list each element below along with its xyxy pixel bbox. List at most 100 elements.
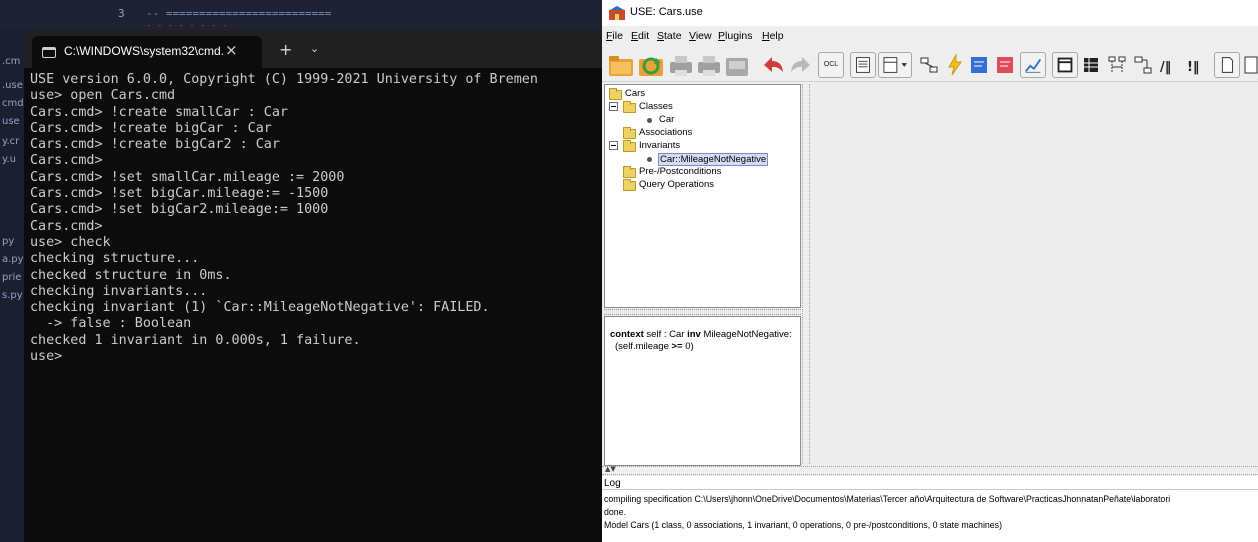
menu-label: iew: [695, 30, 712, 42]
class-diagram-icon[interactable]: [878, 52, 912, 78]
command-list-icon[interactable]: !‖: [1182, 52, 1208, 78]
definition-text: self : Car: [643, 329, 688, 340]
class-extent-icon[interactable]: [992, 52, 1018, 78]
gutter-fragment[interactable]: prie: [2, 272, 21, 283]
terminal-line: checking invariant (1) `Car::MileageNotN…: [30, 300, 490, 316]
menu-edit[interactable]: Edit: [631, 30, 649, 42]
gutter-fragment[interactable]: use: [2, 116, 20, 127]
terminal-line: checked 1 invariant in 0.000s, 1 failure…: [30, 332, 361, 348]
menu-state[interactable]: State: [657, 30, 682, 42]
diagram-desktop[interactable]: [810, 84, 1258, 464]
window-title: USE: Cars.use: [630, 6, 703, 18]
gutter-fragment[interactable]: a.py: [2, 254, 24, 265]
gutter-fragment[interactable]: s.py: [2, 290, 23, 301]
gutter-fragment[interactable]: .cm: [2, 56, 20, 67]
folder-icon: [623, 127, 636, 139]
menu-label: tate: [664, 30, 682, 42]
log-line: done.: [604, 507, 627, 517]
chevron-down-icon[interactable]: ⌄: [310, 42, 319, 55]
undo-icon[interactable]: [758, 50, 788, 80]
tree-node-label: Invariants: [639, 140, 681, 151]
object-diagram-icon[interactable]: [916, 52, 942, 78]
print-view-icon[interactable]: [722, 50, 752, 80]
use-app-window: USE: Cars.use File Edit State View Plugi…: [602, 0, 1258, 542]
toolbar-overflow-icon[interactable]: [1242, 52, 1258, 78]
terminal-line: use> open Cars.cmd: [30, 88, 176, 104]
log-line: compiling specification C:\Users\jhonn\O…: [604, 494, 1171, 504]
gutter-fragment[interactable]: py: [2, 236, 14, 247]
document-icon[interactable]: [1214, 52, 1240, 78]
menu-plugins[interactable]: Plugins: [718, 30, 752, 42]
collapse-icon[interactable]: [609, 102, 618, 111]
invariant-definition: context self : Car inv MileageNotNegativ…: [610, 329, 796, 352]
splitter-arrows-icon[interactable]: ▲▼: [605, 465, 616, 473]
tree-node-label: Associations: [639, 127, 693, 138]
terminal-prompt-line[interactable]: use>: [30, 349, 596, 365]
terminal-tab[interactable]: C:\WINDOWS\system32\cmd. ×: [32, 36, 262, 68]
bullet-icon: [647, 157, 652, 162]
terminal-line: Cars.cmd>: [30, 218, 103, 234]
definition-text: 0): [682, 340, 694, 352]
gutter-fragment[interactable]: cmd: [2, 98, 24, 109]
svg-text:!‖: !‖: [1187, 60, 1199, 75]
gutter-fragment[interactable]: y.cr: [2, 136, 19, 147]
definition-text: MileageNotNegative:: [700, 329, 792, 340]
definition-panel[interactable]: context self : Car inv MileageNotNegativ…: [604, 316, 801, 466]
log-panel[interactable]: Log compiling specification C:\Users\jho…: [602, 476, 1258, 542]
tree-node-label: Pre-/Postconditions: [639, 166, 722, 177]
tree-node-label: Query Operations: [639, 179, 714, 190]
terminal-line: Cars.cmd> !set smallCar.mileage := 2000: [30, 169, 345, 185]
terminal-line: checking invariants...: [30, 283, 208, 299]
folder-icon: [623, 166, 636, 178]
terminal-window[interactable]: C:\WINDOWS\system32\cmd. × + ⌄ USE versi…: [24, 30, 602, 542]
log-splitter[interactable]: ▲▼: [602, 465, 1258, 475]
model-browser-tree[interactable]: Cars Classes Car Associations Invariants…: [604, 84, 801, 308]
new-tab-icon[interactable]: +: [279, 40, 292, 59]
toolbar: OCL /‖ !‖: [602, 46, 1258, 82]
terminal-tab-bar: C:\WINDOWS\system32\cmd. × + ⌄: [24, 30, 602, 68]
close-tab-icon[interactable]: ×: [225, 41, 238, 59]
terminal-line: Cars.cmd> !set bigCar2.mileage:= 1000: [30, 202, 329, 218]
terminal-line: -> false : Boolean: [30, 316, 192, 332]
class-invariant-icon[interactable]: [942, 52, 968, 78]
terminal-line: use> check: [30, 234, 111, 250]
call-stack-icon[interactable]: /‖: [1156, 52, 1182, 78]
sequence-diagram-icon[interactable]: [1104, 52, 1130, 78]
use-app-icon: [609, 6, 625, 20]
log-line: Model Cars (1 class, 0 associations, 1 i…: [604, 520, 1003, 530]
tree-definition-splitter[interactable]: [604, 309, 801, 315]
state-evolution-icon[interactable]: [1020, 52, 1046, 78]
terminal-line: checked structure in 0ms.: [30, 267, 232, 283]
collapse-icon[interactable]: [609, 141, 618, 150]
communication-diagram-icon[interactable]: [1130, 52, 1156, 78]
vertical-splitter[interactable]: [802, 84, 810, 464]
link-count-icon[interactable]: [1078, 52, 1104, 78]
menu-file[interactable]: File: [606, 30, 623, 42]
menu-mnemonic: V: [689, 30, 696, 42]
menu-label: ile: [612, 30, 623, 42]
gutter-fragment[interactable]: .use: [2, 80, 23, 91]
object-properties-icon[interactable]: [966, 52, 992, 78]
print-preview-icon[interactable]: [694, 50, 724, 80]
terminal-output[interactable]: USE version 6.0.0, Copyright (C) 1999-20…: [30, 72, 596, 365]
terminal-line: Cars.cmd> !set bigCar.mileage:= -1500: [30, 186, 329, 202]
print-icon[interactable]: [666, 50, 696, 80]
menu-view[interactable]: View: [689, 30, 712, 42]
terminal-line: Cars.cmd> !create bigCar2 : Car: [30, 137, 280, 153]
reload-icon[interactable]: [636, 50, 666, 80]
redo-icon[interactable]: [786, 50, 816, 80]
open-icon[interactable]: [606, 50, 636, 80]
gutter-fragment[interactable]: y.u: [2, 154, 16, 165]
menu-mnemonic: P: [718, 30, 726, 42]
code-editor-background: 3 -- ========================= - - - - -…: [0, 0, 602, 542]
menu-help[interactable]: Help: [762, 30, 784, 42]
keyword-inv: inv: [687, 329, 701, 340]
terminal-tab-title: C:\WINDOWS\system32\cmd.: [64, 44, 225, 58]
ocl-evaluate-icon[interactable]: OCL: [818, 52, 844, 78]
class-list-icon[interactable]: [850, 52, 876, 78]
keyword-operator: >=: [671, 340, 683, 352]
object-count-icon[interactable]: [1052, 52, 1078, 78]
folder-icon: [623, 140, 636, 152]
terminal-line: USE version 6.0.0, Copyright (C) 1999-20…: [30, 72, 538, 87]
bullet-icon: [647, 118, 652, 123]
